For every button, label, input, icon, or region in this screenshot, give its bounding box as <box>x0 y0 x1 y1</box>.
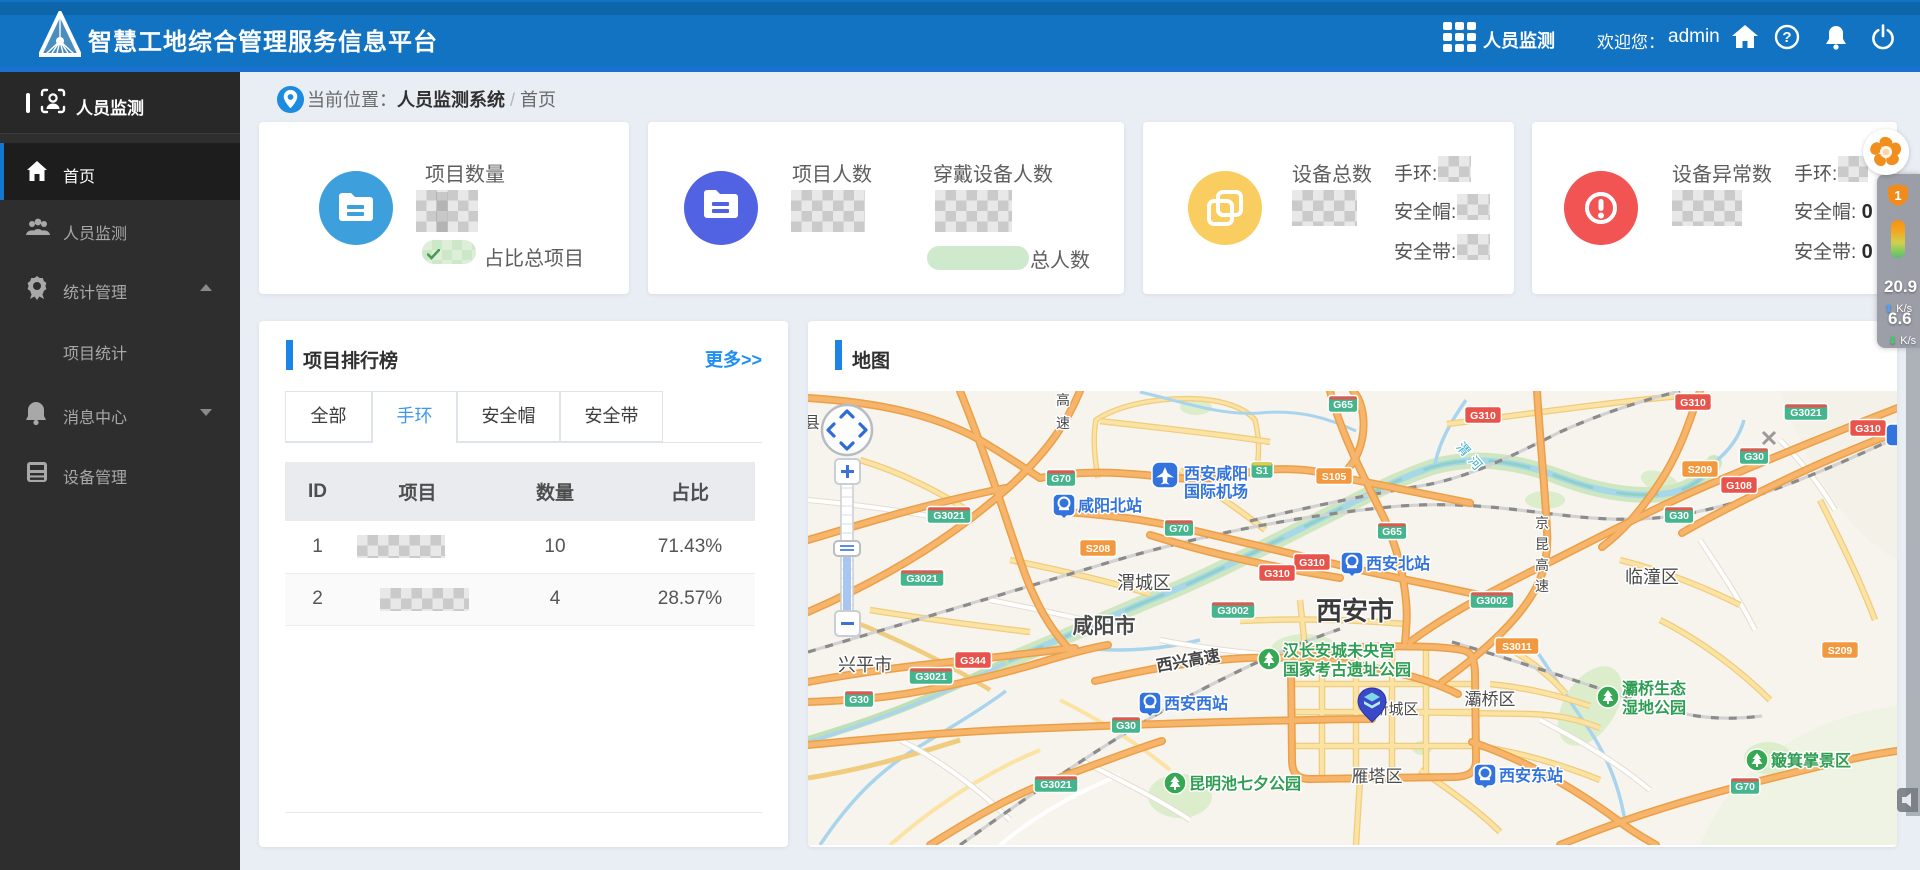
svg-text:G3021: G3021 <box>906 573 938 585</box>
svg-text:西安西站: 西安西站 <box>1164 694 1228 713</box>
svg-text:?: ? <box>1782 29 1791 46</box>
svg-text:县: 县 <box>808 415 820 432</box>
svg-text:灞桥生态: 灞桥生态 <box>1622 679 1686 698</box>
svg-text:西安东站: 西安东站 <box>1499 766 1563 785</box>
svg-text:G310: G310 <box>1470 410 1496 422</box>
svg-text:G30: G30 <box>1669 510 1689 522</box>
svg-text:湿地公园: 湿地公园 <box>1621 698 1686 717</box>
svg-text:G3002: G3002 <box>1217 605 1249 617</box>
svg-text:G310: G310 <box>1680 397 1706 409</box>
svg-text:昆明池七夕公园: 昆明池七夕公园 <box>1189 774 1301 793</box>
svg-text:G30: G30 <box>1116 720 1136 732</box>
svg-text:G3021: G3021 <box>933 510 965 522</box>
svg-text:高: 高 <box>1535 557 1549 573</box>
svg-text:雁塔区: 雁塔区 <box>1352 767 1403 786</box>
svg-text:G70: G70 <box>1735 781 1755 793</box>
svg-text:G3021: G3021 <box>1790 407 1822 419</box>
svg-text:G70: G70 <box>1169 523 1189 535</box>
svg-text:簸箕掌景区: 簸箕掌景区 <box>1770 751 1851 770</box>
svg-text:西安咸阳: 西安咸阳 <box>1184 464 1248 483</box>
svg-text:咸阳北站: 咸阳北站 <box>1078 496 1142 515</box>
svg-text:西安市: 西安市 <box>1316 596 1394 626</box>
svg-text:速: 速 <box>1535 578 1549 594</box>
svg-text:灞桥区: 灞桥区 <box>1465 690 1516 709</box>
svg-text:G3021: G3021 <box>915 671 947 683</box>
svg-text:昆: 昆 <box>1535 536 1549 552</box>
svg-text:国际机场: 国际机场 <box>1184 482 1248 501</box>
svg-text:国家考古遗址公园: 国家考古遗址公园 <box>1283 660 1411 679</box>
svg-text:高: 高 <box>1056 392 1070 408</box>
svg-text:G108: G108 <box>1726 480 1752 492</box>
svg-text:汉长安城未央宫: 汉长安城未央宫 <box>1283 641 1395 660</box>
svg-text:1: 1 <box>1894 188 1901 203</box>
svg-text:京: 京 <box>1535 515 1549 531</box>
svg-text:G65: G65 <box>1382 526 1402 538</box>
svg-text:G65: G65 <box>1333 399 1353 411</box>
svg-text:G70: G70 <box>1051 473 1071 485</box>
svg-text:S105: S105 <box>1322 471 1347 483</box>
svg-text:S209: S209 <box>1688 464 1713 476</box>
svg-text:S1: S1 <box>1256 465 1269 477</box>
svg-text:速: 速 <box>1056 415 1070 431</box>
svg-text:G30: G30 <box>849 694 869 706</box>
svg-text:S208: S208 <box>1086 543 1111 555</box>
svg-text:G30: G30 <box>1744 451 1764 463</box>
svg-text:G310: G310 <box>1299 557 1325 569</box>
svg-text:渭城区: 渭城区 <box>1117 573 1171 593</box>
svg-text:G3021: G3021 <box>1040 779 1072 791</box>
svg-text:G3002: G3002 <box>1476 595 1508 607</box>
svg-text:G310: G310 <box>1264 568 1290 580</box>
svg-text:咸阳市: 咸阳市 <box>1073 614 1136 638</box>
svg-text:G344: G344 <box>960 655 986 667</box>
svg-text:兴平市: 兴平市 <box>838 655 892 675</box>
svg-text:G310: G310 <box>1855 423 1881 435</box>
svg-text:西安北站: 西安北站 <box>1366 554 1430 573</box>
svg-text:S3011: S3011 <box>1502 641 1532 653</box>
svg-text:S209: S209 <box>1828 645 1853 657</box>
svg-text:临潼区: 临潼区 <box>1625 567 1679 587</box>
